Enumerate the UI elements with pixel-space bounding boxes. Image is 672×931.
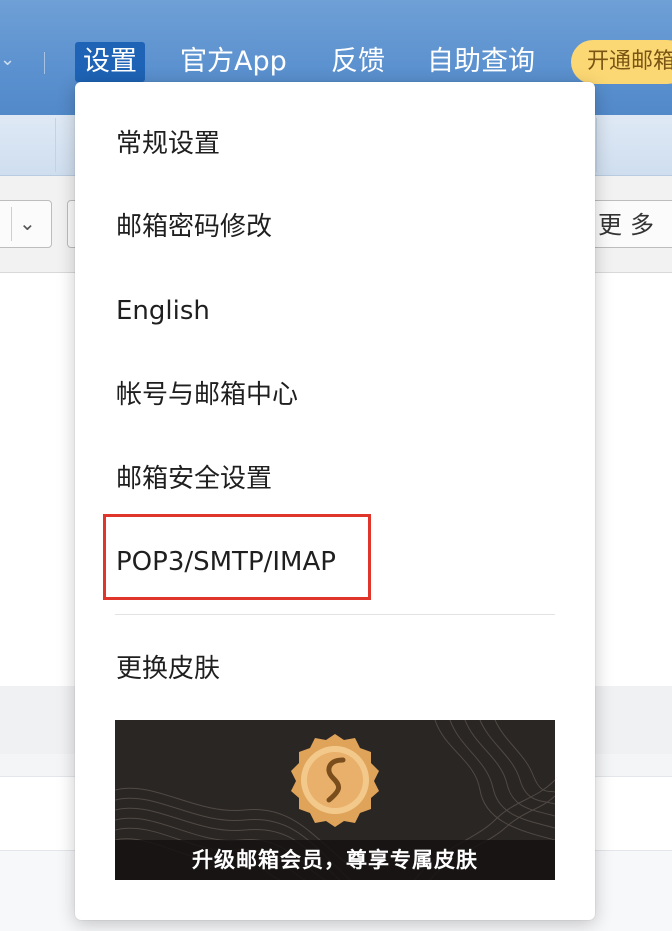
- menu-item-english[interactable]: English: [116, 291, 210, 331]
- more-button[interactable]: 更多: [585, 200, 672, 248]
- nav-official-app[interactable]: 官方App: [180, 42, 287, 82]
- strip-separator: [596, 118, 597, 172]
- settings-dropdown-menu: 常规设置 邮箱密码修改 English 帐号与邮箱中心 邮箱安全设置 POP3/…: [75, 82, 595, 920]
- chevron-down-icon: ⌄: [19, 211, 36, 235]
- nav-self-help-query[interactable]: 自助查询: [427, 42, 535, 82]
- nav-feedback[interactable]: 反馈: [331, 42, 385, 82]
- nav-divider: [44, 52, 45, 74]
- skin-promo-banner[interactable]: 升级邮箱会员，尊享专属皮肤: [115, 720, 555, 880]
- promo-caption: 升级邮箱会员，尊享专属皮肤: [115, 840, 555, 880]
- menu-item-security-settings[interactable]: 邮箱安全设置: [116, 459, 272, 499]
- menu-item-change-skin[interactable]: 更换皮肤: [116, 649, 220, 689]
- strip-separator: [55, 118, 56, 172]
- menu-item-account-center[interactable]: 帐号与邮箱中心: [116, 375, 298, 415]
- dropdown-separator: [11, 207, 12, 241]
- menu-item-general-settings[interactable]: 常规设置: [116, 124, 220, 164]
- menu-divider: [115, 614, 555, 615]
- chevron-down-icon[interactable]: ⌄: [0, 50, 15, 70]
- select-dropdown-button[interactable]: ⌄: [0, 200, 52, 248]
- nav-settings[interactable]: 设置: [75, 42, 145, 82]
- upgrade-mailbox-button[interactable]: 开通邮箱: [571, 40, 672, 84]
- menu-item-change-password[interactable]: 邮箱密码修改: [116, 207, 272, 247]
- highlight-annotation-box: [103, 514, 371, 600]
- member-badge-icon: [291, 734, 379, 827]
